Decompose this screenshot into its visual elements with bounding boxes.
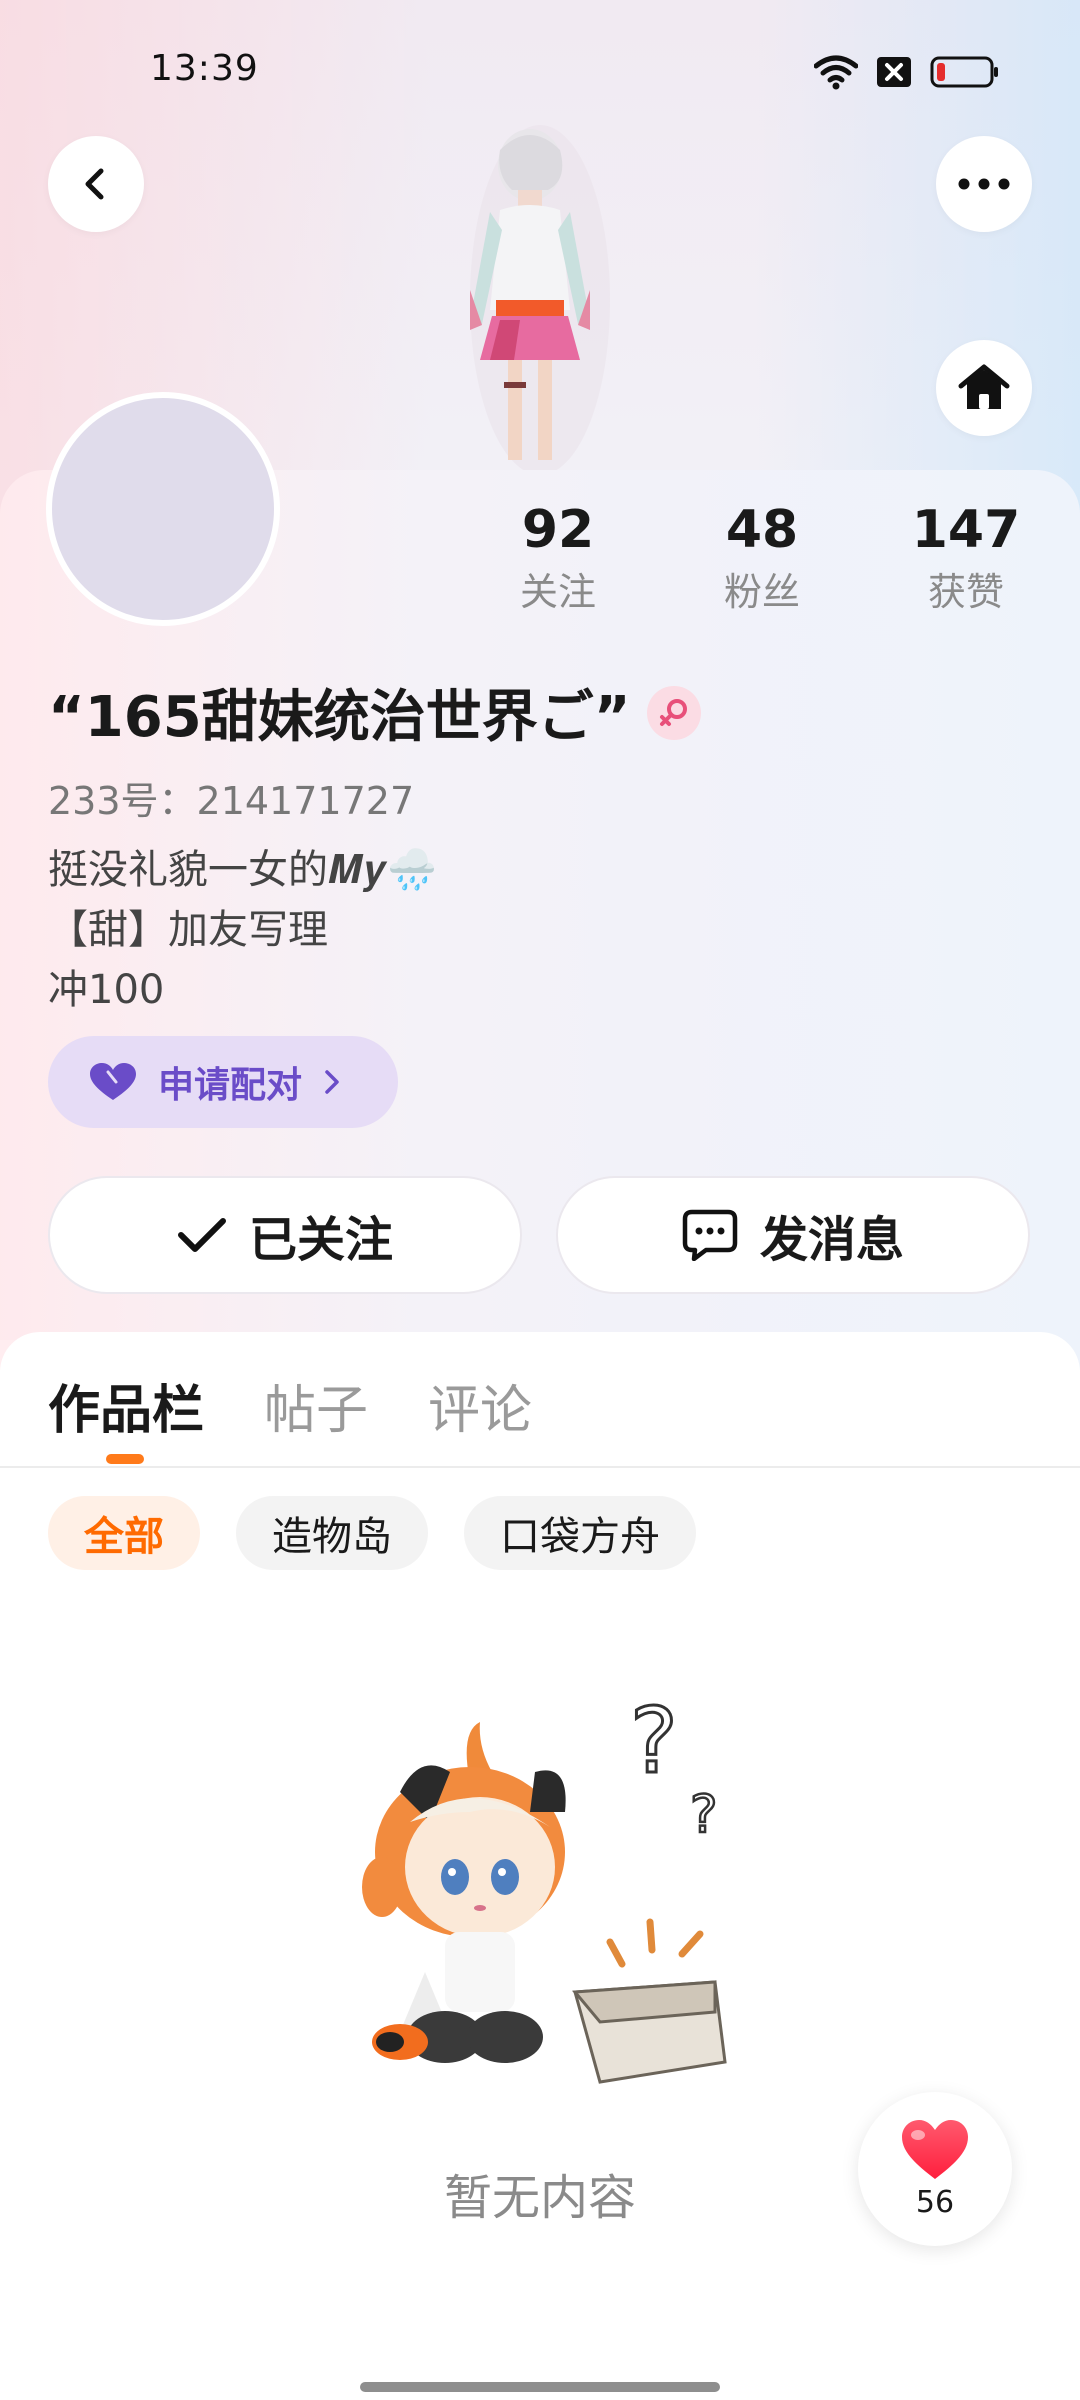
follow-label: 已关注 [248,1212,393,1268]
stat-following[interactable]: 92 关注 [478,498,638,620]
avatar-character-image [470,125,610,470]
following-label: 关注 [519,570,596,614]
tab-works[interactable]: 作品栏 [48,1368,204,1443]
match-request-label: 申请配对 [158,1065,303,1106]
heart-icon [90,1063,136,1100]
user-id: 233号：214171727 [48,779,415,823]
filter-creation-island[interactable]: 造物岛 [236,1496,428,1570]
message-label: 发消息 [759,1212,904,1268]
filter-chips: 全部 造物岛 口袋方舟 [48,1496,696,1570]
bio-line: 挺没礼貌一女的𝑴𝒚🌧️ [48,847,438,893]
gender-badge [646,685,701,740]
status-time: 13:39 [150,48,259,89]
follow-button[interactable]: 已关注 [48,1176,522,1294]
chat-icon [682,1209,738,1261]
status-icons [814,52,1000,92]
heart-icon [902,2119,968,2179]
home-button[interactable] [936,340,1032,436]
empty-state-illustration: ? ? [362,1702,727,2084]
tab-posts[interactable]: 帖子 [264,1368,368,1443]
message-button[interactable]: 发消息 [556,1176,1030,1294]
bio: 挺没礼貌一女的𝑴𝒚🌧️ 【甜】加友写理 冲100 [48,840,437,1020]
home-indicator[interactable] [360,2382,720,2392]
bio-line: 冲100 [48,967,165,1013]
nickname-row: “165甜妹统治世界ご” [48,672,701,753]
tab-comments[interactable]: 评论 [428,1368,532,1443]
svg-text:?: ? [630,1702,678,1794]
filter-all[interactable]: 全部 [48,1496,200,1570]
more-button[interactable] [936,136,1032,232]
home-icon [958,364,1010,409]
likes-count: 147 [911,500,1021,560]
stat-fans[interactable]: 48 粉丝 [682,498,842,620]
wifi-icon [814,55,858,90]
back-button[interactable] [48,136,144,232]
nickname: “165甜妹统治世界ご” [48,685,631,750]
filter-pocket-ark[interactable]: 口袋方舟 [464,1496,696,1570]
fans-count: 48 [725,500,799,560]
check-icon [177,1218,226,1252]
chevron-right-icon [325,1070,339,1094]
tab-bar: 作品栏 帖子 评论 [0,1332,1080,1468]
stat-likes[interactable]: 147 获赞 [886,498,1046,620]
bio-line: 【甜】加友写理 [48,907,328,953]
more-icon [958,178,1010,190]
like-count: 56 [915,2184,955,2220]
match-request-button[interactable]: 申请配对 [48,1036,398,1128]
like-floating-button[interactable]: 56 [858,2092,1012,2246]
female-icon [659,698,687,726]
battery-icon [930,56,998,88]
svg-text:?: ? [690,1785,718,1845]
likes-label: 获赞 [927,570,1004,614]
sim-blocked-icon [877,57,911,87]
status-bar: 13:39 [0,0,1080,140]
active-tab-indicator [106,1454,144,1464]
fans-label: 粉丝 [723,570,800,614]
following-count: 92 [521,500,595,560]
back-icon [85,168,104,200]
avatar[interactable] [46,392,280,626]
